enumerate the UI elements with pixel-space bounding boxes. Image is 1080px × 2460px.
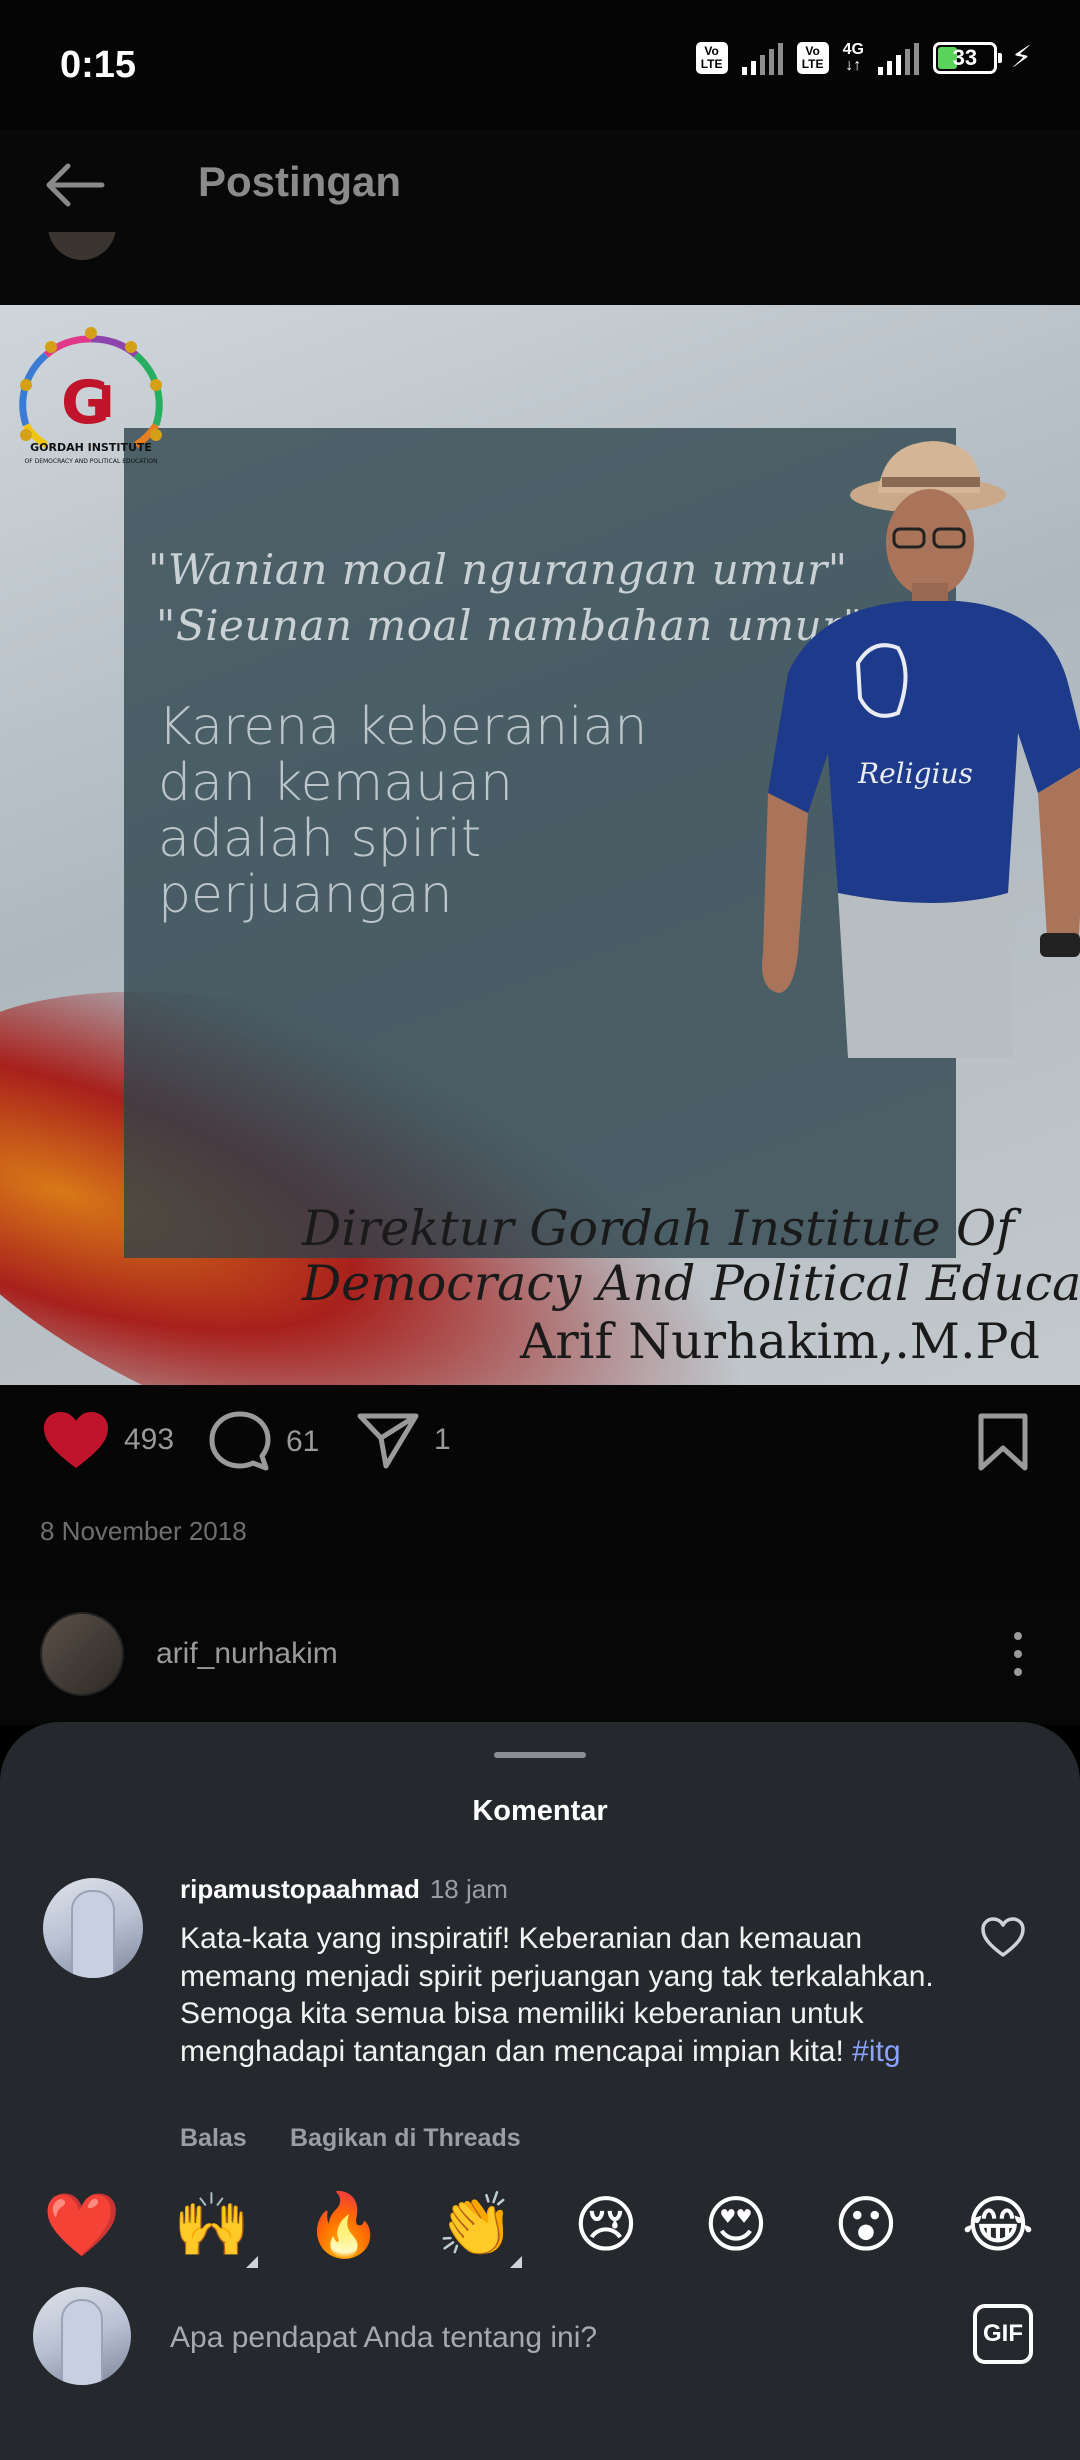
person-photo: Religius	[762, 441, 1080, 1058]
share-button[interactable]: 1	[356, 1410, 451, 1470]
svg-text:OF DEMOCRACY AND POLITICAL EDU: OF DEMOCRACY AND POLITICAL EDUCATION	[25, 458, 158, 465]
gordah-institute-logo: G I GORDAH INSTITUTE OF DEMOCRACY AND PO…	[19, 327, 163, 465]
quick-reactions: ❤️ 🙌 🔥 👏 😢 😍 😮 😂	[0, 2186, 1080, 2270]
comment-time: 18 jam	[429, 1874, 508, 1904]
author-avatar[interactable]	[40, 1612, 124, 1696]
headline: Karena keberanian dan kemauan adalah spi…	[158, 699, 678, 923]
headline-line-2: dan kemauan	[158, 753, 513, 813]
headline-line-4: perjuangan	[158, 865, 453, 925]
commenter-avatar[interactable]	[43, 1878, 143, 1978]
send-icon	[357, 1413, 419, 1469]
comment-icon	[209, 1411, 271, 1471]
volte-icon: Vo LTE	[695, 41, 728, 74]
emoji-surprised[interactable]: 😮	[826, 2186, 906, 2266]
comment-header: ripamustopaahmad 18 jam	[180, 1874, 508, 1905]
status-icons: Vo LTE Vo LTE 4G ↓↑ 33 ⚡	[695, 40, 1032, 75]
emoji-laughing[interactable]: 😂	[958, 2186, 1038, 2266]
battery-percent: 33	[952, 44, 978, 70]
emoji-heart[interactable]: ❤️	[42, 2186, 122, 2266]
comment-hashtag[interactable]: #itg	[852, 2035, 900, 2068]
emoji-heart-eyes[interactable]: 😍	[696, 2186, 776, 2266]
emoji-crying[interactable]: 😢	[566, 2186, 646, 2266]
signal-icon-1	[741, 41, 783, 75]
back-arrow-icon[interactable]	[40, 150, 110, 220]
current-user-avatar	[33, 2287, 131, 2385]
share-to-threads-button[interactable]: Bagikan di Threads	[290, 2124, 521, 2153]
emoji-fire[interactable]: 🔥	[304, 2186, 384, 2266]
volte-icon-2: Vo LTE	[796, 41, 829, 74]
comment-text: Kata-kata yang inspiratif! Keberanian da…	[180, 1922, 934, 2068]
status-time: 0:15	[60, 44, 137, 86]
emoji-raised-hands[interactable]: 🙌	[172, 2186, 258, 2268]
post-date: 8 November 2018	[40, 1516, 247, 1546]
bookmark-icon[interactable]	[975, 1412, 1031, 1472]
charging-icon: ⚡	[1010, 41, 1032, 74]
top-bar	[0, 130, 1080, 305]
system-nav-bar	[0, 2418, 1080, 2460]
commenter-username[interactable]: ripamustopaahmad	[180, 1874, 420, 1904]
caption-line-2: Democracy And Political Education	[302, 1255, 1080, 1312]
comment-button[interactable]: 61	[208, 1410, 319, 1474]
caption-line-1: Direktur Gordah Institute Of	[302, 1200, 1015, 1257]
battery-icon: 33	[932, 41, 1002, 74]
page-title: Postingan	[198, 158, 402, 205]
network-type: 4G ↓↑	[842, 40, 864, 74]
share-count: 1	[434, 1423, 451, 1456]
svg-text:I: I	[98, 377, 114, 428]
status-bar: 0:15 Vo LTE Vo LTE 4G ↓↑ 33 ⚡	[0, 0, 1080, 130]
heart-icon	[44, 1412, 108, 1468]
svg-text:Religius: Religius	[857, 757, 973, 790]
more-options-icon[interactable]	[1010, 1630, 1026, 1678]
signal-icon-2	[877, 41, 919, 75]
sheet-title: Komentar	[472, 1795, 608, 1827]
headline-line-3: adalah spirit	[158, 809, 482, 869]
comment-like-icon[interactable]	[980, 1916, 1026, 1958]
post-image[interactable]: G I GORDAH INSTITUTE OF DEMOCRACY AND PO…	[0, 305, 1080, 1385]
sheet-drag-handle[interactable]	[494, 1752, 586, 1758]
gif-button[interactable]: GIF	[973, 2304, 1033, 2364]
svg-text:GORDAH INSTITUTE: GORDAH INSTITUTE	[30, 441, 152, 454]
author-avatar-peek	[48, 232, 116, 272]
emoji-clap[interactable]: 👏	[436, 2186, 522, 2268]
like-button[interactable]: 493	[42, 1410, 174, 1470]
like-count: 493	[124, 1423, 175, 1456]
reply-button[interactable]: Balas	[180, 2124, 247, 2153]
caption-line-3: Arif Nurhakim,.M.Pd	[520, 1313, 1040, 1370]
comment-count: 61	[286, 1425, 320, 1458]
author-username[interactable]: arif_nurhakim	[156, 1637, 338, 1671]
headline-line-1: Karena keberanian	[158, 697, 648, 757]
quote-line-1: "Wanian moal ngurangan umur"	[148, 545, 848, 594]
comment-input[interactable]	[170, 2316, 930, 2360]
